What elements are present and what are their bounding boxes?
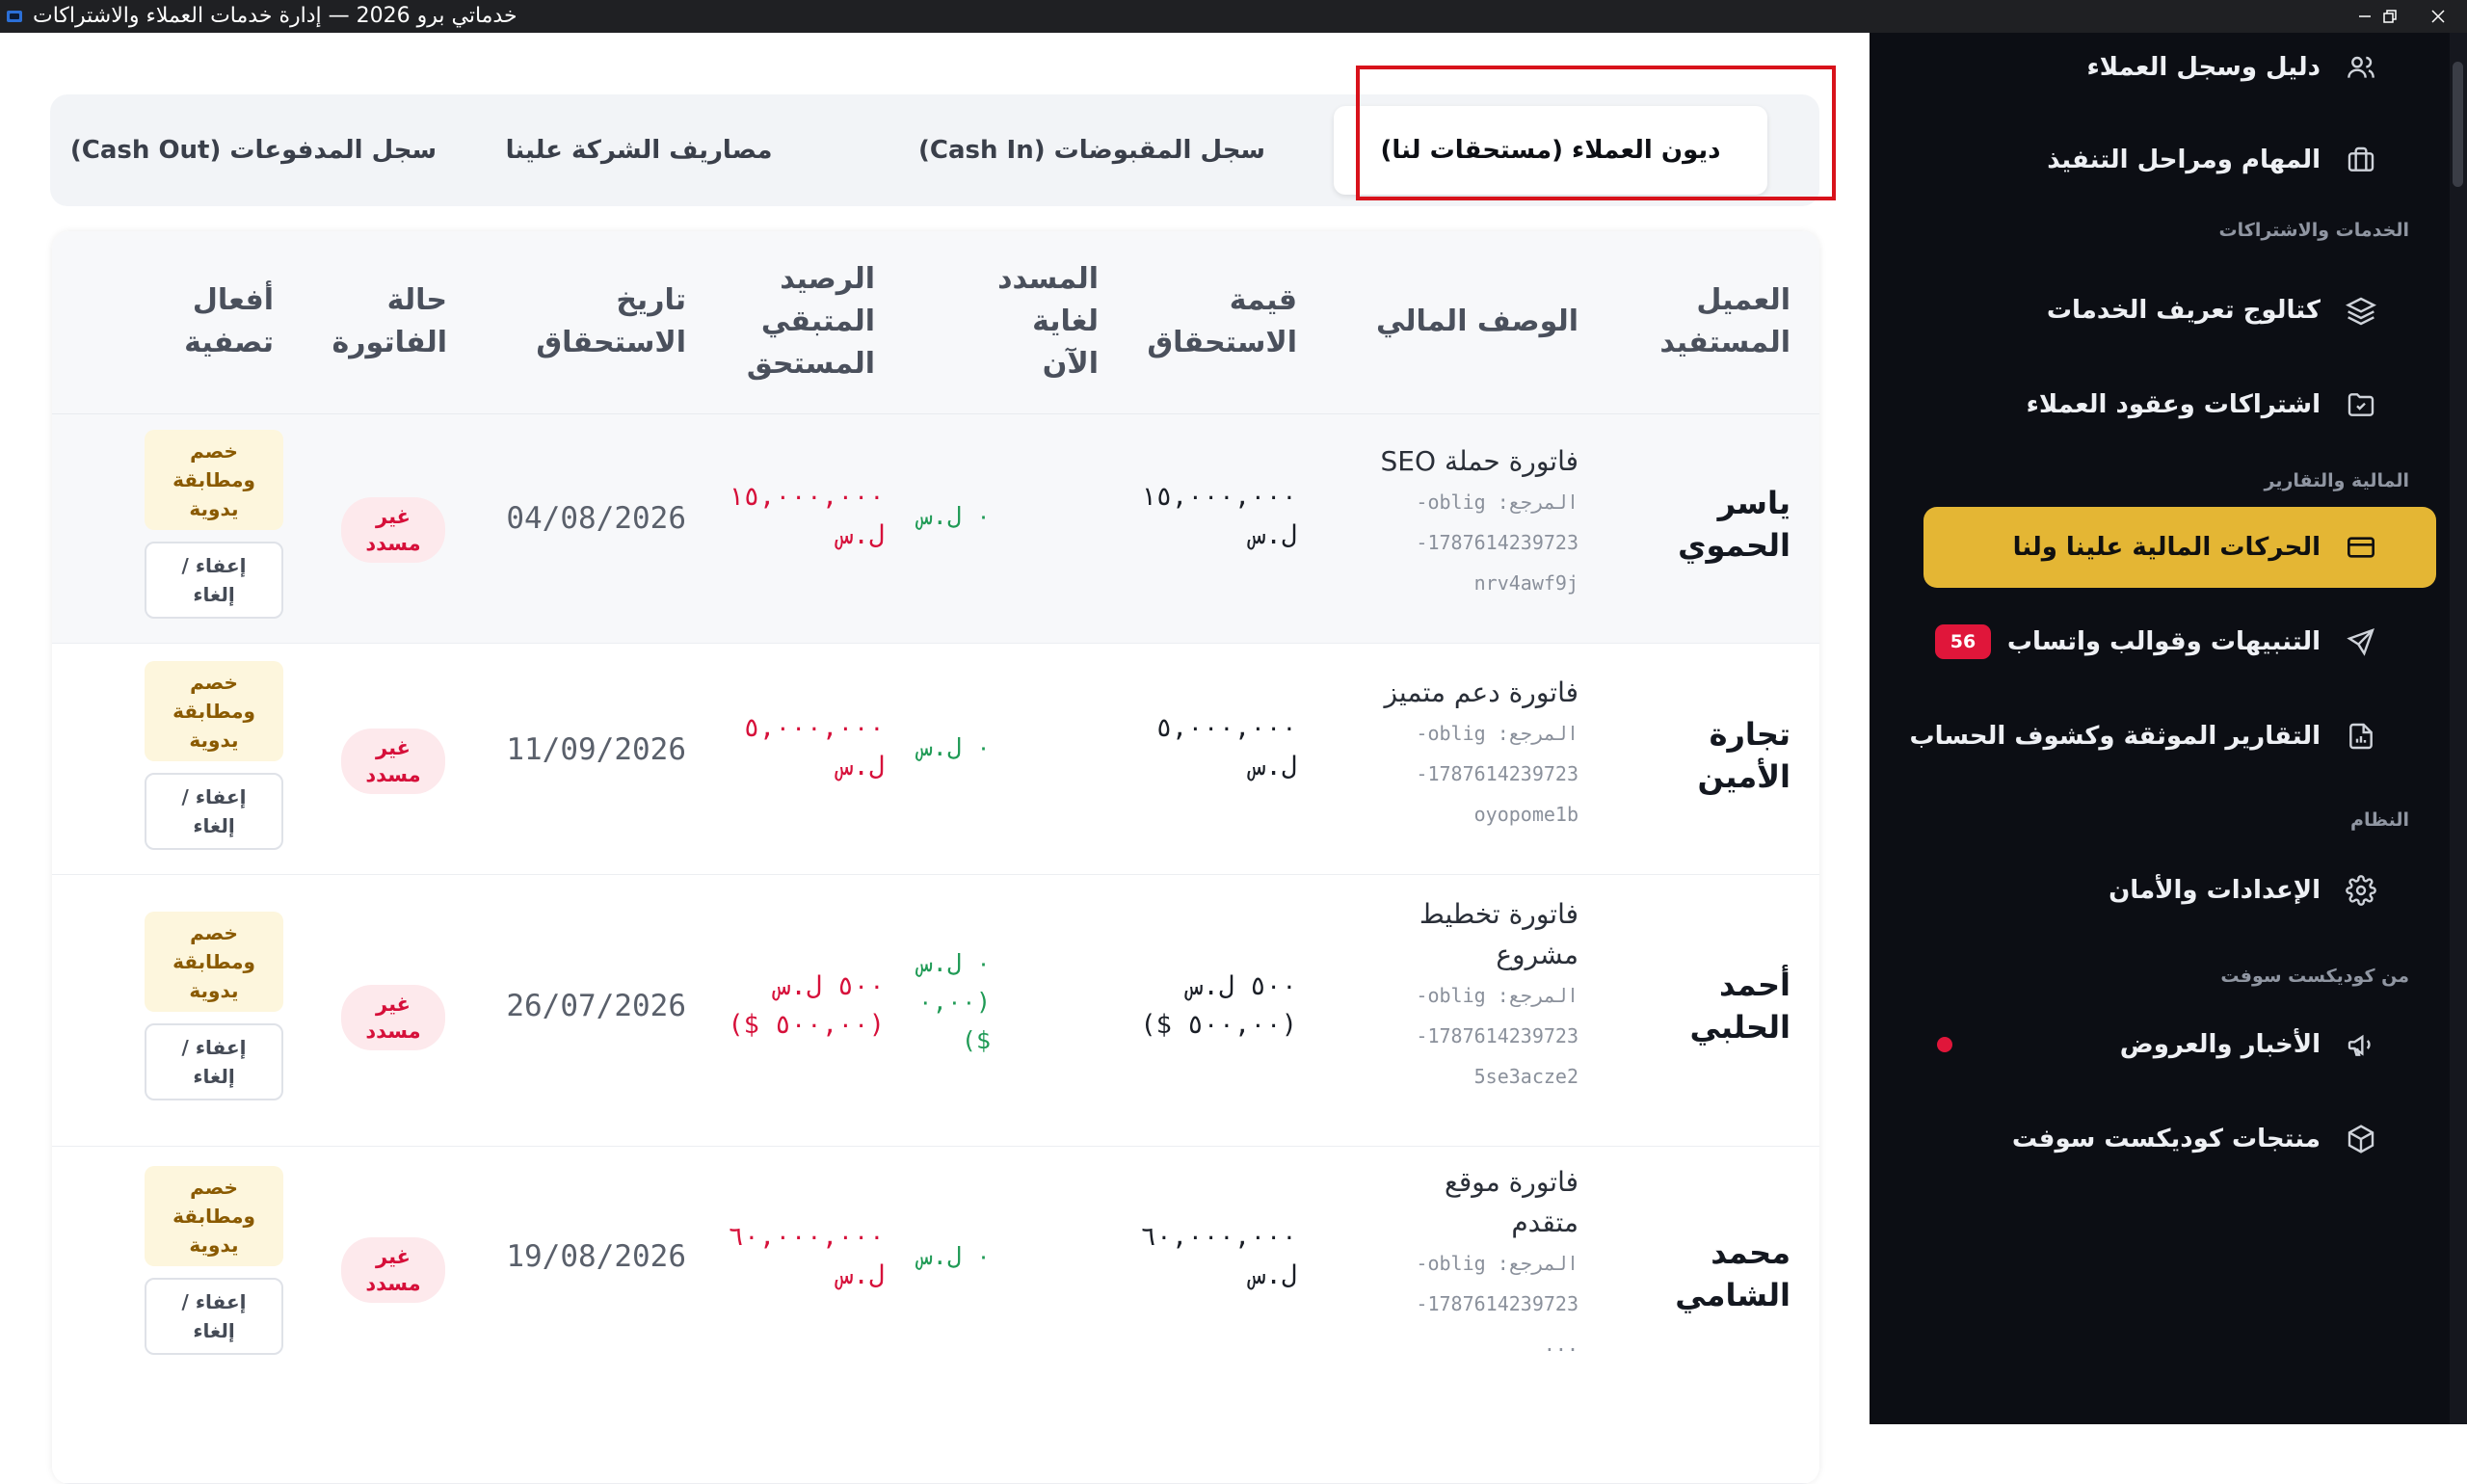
column-header-actions: أفعال تصفية — [184, 283, 274, 359]
status-badge: غير مسدد — [341, 729, 445, 794]
status-badge: غير مسدد — [341, 1237, 445, 1303]
client-name: تجارة الأمين — [1697, 716, 1791, 795]
table-header: العميل المستفيد الوصف المالي قيمة الاستحقا… — [52, 231, 1819, 414]
financial-description: فاتورة دعم متميز المرجع: oblig- 17876142… — [1384, 676, 1578, 826]
report-icon — [2344, 719, 2378, 754]
table-row: ياسر الحموي فاتورة حملة SEO المرجع: oblig… — [52, 414, 1819, 644]
waive-cancel-button[interactable]: إعفاء / إلغاء — [145, 1023, 283, 1100]
waive-cancel-button[interactable]: إعفاء / إلغاء — [145, 542, 283, 619]
active-tab-highlight — [1356, 66, 1836, 200]
tab-company-expenses[interactable]: مصاريف الشركة علينا — [422, 106, 856, 195]
debts-table: العميل المستفيد الوصف المالي قيمة الاستحقا… — [52, 231, 1819, 1484]
remaining-balance: ٥,٠٠٠,٠٠٠ ل.س — [743, 713, 885, 782]
manual-settle-button[interactable]: خصم ومطابقة يدوية — [145, 912, 283, 1012]
sidebar-item-news[interactable]: الأخبار والعروض — [1908, 1010, 2400, 1079]
due-amount: ٥,٠٠٠,٠٠٠ ل.س — [1155, 713, 1297, 782]
sidebar-scrollbar[interactable] — [2450, 33, 2467, 1424]
sidebar-item-services-catalog[interactable]: كتالوج تعريف الخدمات — [1908, 276, 2400, 345]
remaining-balance: ٦٠,٠٠٠,٠٠٠ ل.س — [728, 1222, 885, 1290]
sidebar-item-label: التقارير الموثقة وكشوف الحساب — [1909, 722, 2321, 751]
paid-amount: ٠ ل.س — [917, 733, 991, 761]
paid-amount: ٠ ل.س (٠,٠٠ $) — [917, 949, 991, 1054]
remaining-balance: ١٥,٠٠٠,٠٠٠ ل.س — [728, 482, 885, 550]
table-row: محمد الشامي فاتورة موقع متقدم المرجع: obl… — [52, 1147, 1819, 1484]
sidebar-item-label: اشتراكات وعقود العملاء — [2026, 390, 2321, 419]
financial-description: فاتورة تخطيط مشروع المرجع: oblig- 178761… — [1416, 898, 1578, 1088]
sidebar-item-label: الإعدادات والأمان — [2109, 876, 2321, 905]
waive-cancel-button[interactable]: إعفاء / إلغاء — [145, 1278, 283, 1355]
window-title: خدماتي برو 2026 — إدارة خدمات العملاء وا… — [33, 4, 517, 28]
credit-card-icon — [2344, 530, 2378, 565]
table-row: أحمد الحلبي فاتورة تخطيط مشروع المرجع: ob… — [52, 875, 1819, 1147]
tab-cash-out[interactable]: سجل المدفوعات (Cash Out) — [37, 106, 470, 195]
package-icon — [2344, 1122, 2378, 1156]
due-date: 26/07/2026 — [506, 989, 686, 1023]
sidebar-item-label: المهام ومراحل التنفيذ — [2047, 146, 2321, 174]
waive-cancel-button[interactable]: إعفاء / إلغاء — [145, 773, 283, 850]
layers-icon — [2344, 293, 2378, 328]
column-header-due-date: تاريخ الاستحقاق — [536, 283, 686, 359]
sidebar-item-label: التنبيهات وقوالب واتساب — [2006, 627, 2321, 656]
manual-settle-button[interactable]: خصم ومطابقة يدوية — [145, 430, 283, 530]
main-content: ديون العملاء (مستحقات لنا) سجل المقبوضات… — [0, 33, 1870, 1484]
manual-settle-button[interactable]: خصم ومطابقة يدوية — [145, 1166, 283, 1266]
sidebar-item-label: الحركات المالية علينا ولنا — [2012, 533, 2321, 562]
sidebar-item-tasks[interactable]: المهام ومراحل التنفيذ — [1908, 125, 2400, 195]
notifications-count-badge: 56 — [1935, 624, 1991, 659]
briefcase-icon — [2344, 143, 2378, 177]
due-date: 11/09/2026 — [506, 732, 686, 767]
send-icon — [2344, 624, 2378, 659]
financial-description: فاتورة موقع متقدم المرجع: oblig- 1787614… — [1416, 1166, 1578, 1356]
users-icon — [2344, 50, 2378, 85]
sidebar-item-label: دليل وسجل العملاء — [2086, 53, 2321, 82]
client-name: ياسر الحموي — [1678, 485, 1791, 564]
sidebar-item-reports[interactable]: التقارير الموثقة وكشوف الحساب — [1908, 702, 2400, 771]
tab-cash-in[interactable]: سجل المقبوضات (Cash In) — [875, 106, 1309, 195]
paid-amount: ٠ ل.س — [917, 1242, 991, 1270]
client-name: أحمد الحلبي — [1689, 967, 1791, 1046]
column-header-status: حالة الفاتورة — [332, 283, 447, 359]
app-icon — [6, 8, 23, 25]
section-label-vendor: من كوديكست سوفت — [2220, 966, 2409, 987]
sidebar-item-finance-active[interactable]: الحركات المالية علينا ولنا — [1923, 507, 2436, 588]
sidebar-item-subscriptions[interactable]: اشتراكات وعقود العملاء — [1908, 370, 2400, 439]
megaphone-icon — [2344, 1027, 2378, 1062]
due-amount: ٦٠,٠٠٠,٠٠٠ ل.س — [1140, 1222, 1297, 1290]
gear-icon — [2344, 873, 2378, 908]
sidebar-item-products[interactable]: منتجات كوديكست سوفت — [1908, 1104, 2400, 1174]
column-header-remaining: الرصيد المتبقي المستحق — [746, 262, 875, 381]
status-badge: غير مسدد — [341, 497, 445, 563]
client-name: محمد الشامي — [1675, 1234, 1791, 1313]
due-amount: ٥٠٠ ل.س (٥٠٠,٠٠ $) — [1140, 971, 1297, 1040]
sidebar-item-clients[interactable]: دليل وسجل العملاء — [1908, 33, 2400, 102]
remaining-balance: ٥٠٠ ل.س (٥٠٠,٠٠ $) — [728, 971, 885, 1040]
column-header-client: العميل المستفيد — [1659, 283, 1791, 359]
due-amount: ١٥,٠٠٠,٠٠٠ ل.س — [1140, 482, 1297, 550]
section-label-finance: المالية والتقارير — [2264, 470, 2409, 491]
manual-settle-button[interactable]: خصم ومطابقة يدوية — [145, 661, 283, 761]
paid-amount: ٠ ل.س — [917, 502, 991, 530]
sidebar-item-label: كتالوج تعريف الخدمات — [2046, 296, 2321, 325]
folder-check-icon — [2344, 387, 2378, 422]
financial-description: فاتورة حملة SEO المرجع: oblig- 178761423… — [1380, 445, 1578, 595]
due-date: 19/08/2026 — [506, 1239, 686, 1274]
column-header-paid: المسدد لغاية الآن — [997, 262, 1099, 381]
section-label-services: الخدمات والاشتراكات — [2218, 220, 2409, 241]
table-row: تجارة الأمين فاتورة دعم متميز المرجع: obl… — [52, 644, 1819, 875]
due-date: 04/08/2026 — [506, 501, 686, 536]
column-header-description: الوصف المالي — [1375, 305, 1578, 338]
scrollbar-thumb[interactable] — [2453, 62, 2463, 187]
close-icon[interactable] — [2409, 0, 2467, 33]
section-label-system: النظام — [2350, 809, 2409, 831]
sidebar: دليل وسجل العملاء المهام ومراحل التنفيذ … — [1870, 33, 2467, 1424]
sidebar-item-label: منتجات كوديكست سوفت — [2011, 1125, 2321, 1153]
status-badge: غير مسدد — [341, 985, 445, 1050]
sidebar-item-settings[interactable]: الإعدادات والأمان — [1908, 856, 2400, 925]
sidebar-item-label: الأخبار والعروض — [2119, 1030, 2321, 1059]
news-unread-dot — [1937, 1037, 1952, 1052]
column-header-amount: قيمة الاستحقاق — [1147, 283, 1297, 359]
window-titlebar: خدماتي برو 2026 — إدارة خدمات العملاء وا… — [0, 0, 2467, 33]
